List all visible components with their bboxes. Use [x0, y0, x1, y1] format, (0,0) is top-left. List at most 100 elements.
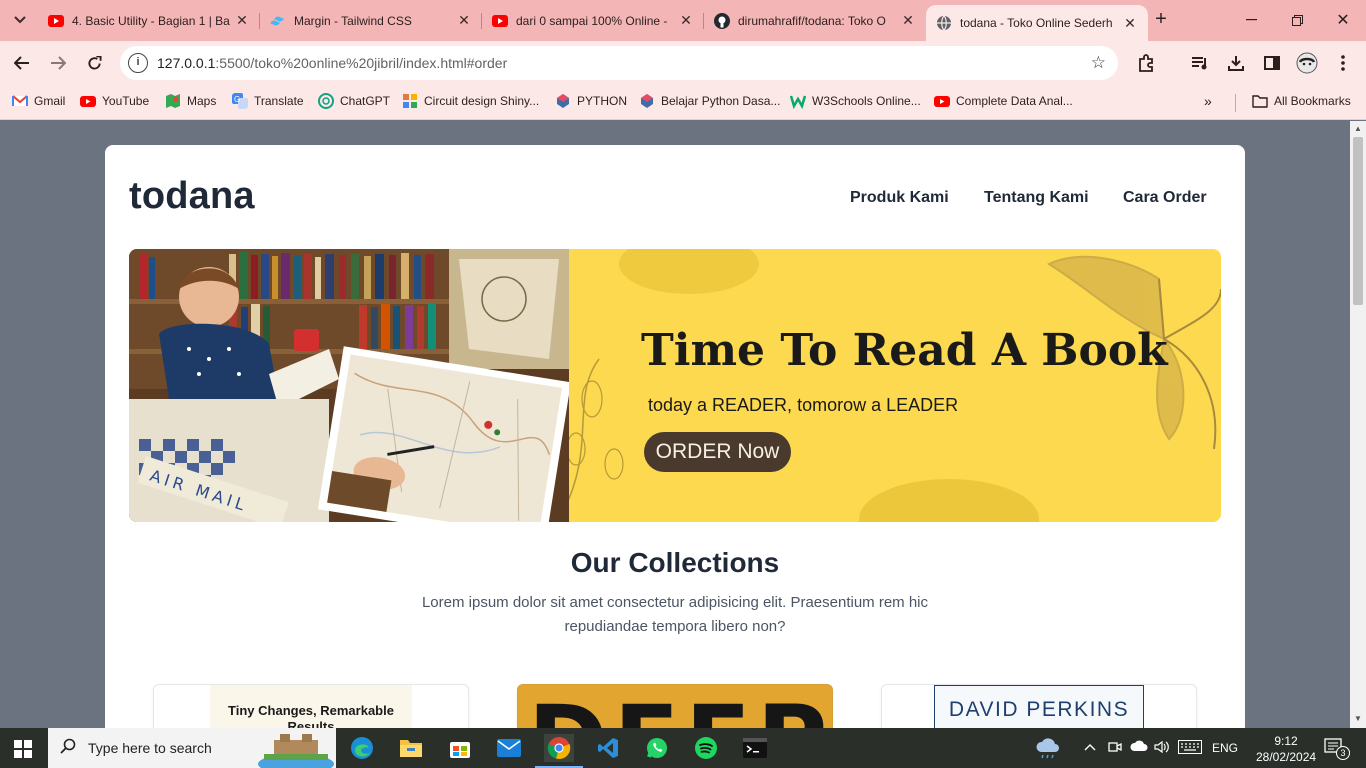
notification-count: 3 — [1336, 746, 1350, 760]
bookmark-circuit-design[interactable]: Circuit design Shiny... — [402, 93, 539, 109]
collections-title: Our Collections — [570, 547, 780, 578]
tab-youtube-online[interactable]: dari 0 sampai 100% Online - ✕ — [482, 5, 704, 36]
language-indicator[interactable]: ENG — [1212, 741, 1238, 755]
product-cover-title: DEEP — [528, 693, 827, 728]
bookmark-w3schools[interactable]: W3Schools Online... — [790, 93, 921, 109]
store-icon[interactable] — [445, 734, 475, 762]
edge-icon[interactable] — [347, 734, 377, 762]
bookmarks-overflow-icon[interactable]: » — [1204, 93, 1212, 109]
tab-title: todana - Toko Online Sederh — [960, 16, 1113, 30]
whatsapp-icon[interactable] — [642, 734, 672, 762]
close-icon: ✕ — [1336, 12, 1350, 29]
onedrive-icon[interactable] — [1130, 740, 1148, 755]
tab-title: Margin - Tailwind CSS — [294, 13, 412, 28]
chevron-up-icon[interactable] — [1084, 740, 1096, 754]
mail-icon[interactable] — [494, 734, 524, 762]
download-icon[interactable] — [1225, 52, 1247, 74]
bookmark-youtube[interactable]: YouTube — [80, 93, 149, 109]
media-queue-icon[interactable] — [1189, 52, 1211, 74]
nav-tentang-kami[interactable]: Tentang Kami — [984, 189, 1089, 207]
maps-icon — [166, 94, 180, 108]
bookmark-belajar-python[interactable]: Belajar Python Dasa... — [639, 93, 780, 109]
close-icon[interactable]: ✕ — [234, 12, 250, 29]
bookmark-complete-data[interactable]: Complete Data Anal... — [934, 93, 1073, 109]
minimize-button[interactable] — [1228, 0, 1274, 40]
clock-date: 28/02/2024 — [1256, 750, 1317, 764]
vscode-icon[interactable] — [593, 734, 623, 762]
file-explorer-icon[interactable] — [396, 734, 426, 762]
close-icon[interactable]: ✕ — [456, 12, 472, 29]
side-panel-icon[interactable] — [1261, 52, 1283, 74]
close-window-button[interactable]: ✕ — [1320, 0, 1366, 40]
all-bookmarks-button[interactable]: All Bookmarks — [1252, 93, 1351, 109]
clock-time: 9:12 — [1274, 734, 1298, 748]
browser-toolbar: i 127.0.0.1:5500/toko%20online%20jibril/… — [0, 41, 1366, 85]
tab-tailwind-margin[interactable]: Margin - Tailwind CSS ✕ — [260, 5, 482, 36]
circuit-icon — [403, 94, 417, 108]
page-scrollbar[interactable]: ▲ ▼ — [1350, 121, 1366, 728]
tab-github-todana[interactable]: dirumahrafif/todana: Toko O ✕ — [704, 5, 926, 36]
github-icon — [714, 12, 730, 29]
terminal-icon[interactable] — [740, 734, 770, 762]
profile-avatar[interactable] — [1296, 52, 1318, 74]
system-clock[interactable]: 9:12 28/02/2024 — [1256, 731, 1316, 765]
site-logo[interactable]: todana — [129, 175, 255, 218]
scrollbar-thumb[interactable] — [1353, 137, 1363, 305]
windows-start-icon[interactable] — [14, 740, 32, 758]
keyboard-icon[interactable] — [1178, 740, 1202, 757]
back-button[interactable] — [9, 50, 35, 76]
page-container: todana Produk Kami Tentang Kami Cara Ord… — [105, 145, 1245, 728]
weather-icon[interactable] — [1034, 736, 1062, 763]
more-menu-icon[interactable] — [1332, 52, 1354, 74]
youtube-icon — [934, 96, 950, 107]
reload-button[interactable] — [81, 50, 107, 76]
chevron-down-icon — [14, 16, 26, 24]
python-icon — [641, 94, 653, 108]
product-cover-title: DAVID PERKINS — [948, 698, 1130, 721]
tab-title: dirumahrafif/todana: Toko O — [738, 13, 886, 28]
bookmark-chatgpt[interactable]: ChatGPT — [318, 93, 390, 109]
product-cover: Tiny Changes, Remarkable Results — [210, 685, 412, 728]
nav-cara-order[interactable]: Cara Order — [1123, 189, 1207, 207]
meet-now-icon[interactable] — [1108, 740, 1122, 757]
hero-banner: AIR MAIL Time To Read A Book today a REA… — [129, 249, 1221, 522]
tab-search-button[interactable] — [6, 6, 34, 34]
close-icon[interactable]: ✕ — [900, 12, 916, 29]
site-info-icon[interactable]: i — [128, 53, 148, 73]
new-tab-button[interactable]: + — [1150, 9, 1172, 31]
collections-description: Lorem ipsum dolor sit amet consectetur a… — [421, 594, 929, 635]
extensions-icon[interactable] — [1135, 52, 1157, 74]
nav-produk-kami[interactable]: Produk Kami — [850, 189, 949, 207]
taskbar-search[interactable]: Type here to search — [48, 728, 336, 768]
spotify-icon[interactable] — [691, 734, 721, 762]
close-icon[interactable]: ✕ — [1122, 15, 1138, 32]
product-cover: DAVID PERKINS — [934, 685, 1144, 728]
folder-icon — [1252, 95, 1268, 108]
scroll-up-icon[interactable]: ▲ — [1354, 124, 1362, 133]
forward-button[interactable] — [45, 50, 71, 76]
notification-center[interactable]: 3 — [1324, 738, 1350, 760]
bookmark-translate[interactable]: G Translate — [232, 93, 304, 109]
volume-icon[interactable] — [1154, 740, 1170, 757]
product-card[interactable]: DEEP — [517, 684, 833, 728]
product-card[interactable]: Tiny Changes, Remarkable Results — [153, 684, 469, 728]
scroll-down-icon[interactable]: ▼ — [1354, 714, 1362, 723]
url-text: 127.0.0.1:5500/toko%20online%20jibril/in… — [157, 55, 508, 71]
product-card[interactable]: DAVID PERKINS — [881, 684, 1197, 728]
bookmark-python[interactable]: PYTHON — [555, 93, 627, 109]
tab-todana-active[interactable]: todana - Toko Online Sederh ✕ — [926, 5, 1148, 41]
bookmark-star-icon[interactable]: ☆ — [1091, 53, 1106, 73]
close-icon[interactable]: ✕ — [678, 12, 694, 29]
chrome-icon[interactable] — [535, 734, 583, 768]
globe-icon — [936, 15, 952, 31]
bookmark-gmail[interactable]: Gmail — [12, 93, 65, 109]
youtube-icon — [80, 96, 96, 107]
arrow-right-icon — [51, 56, 66, 70]
bookmarks-bar: Gmail YouTube Maps G Translate ChatGPT C… — [0, 85, 1366, 120]
reload-icon — [87, 55, 102, 69]
address-bar[interactable]: i 127.0.0.1:5500/toko%20online%20jibril/… — [120, 46, 1118, 80]
order-now-button[interactable]: ORDER Now — [644, 432, 791, 472]
tab-youtube-basic-utility[interactable]: 4. Basic Utility - Bagian 1 | Ba ✕ — [38, 5, 260, 36]
restore-button[interactable] — [1274, 0, 1320, 40]
bookmark-maps[interactable]: Maps — [165, 93, 216, 109]
